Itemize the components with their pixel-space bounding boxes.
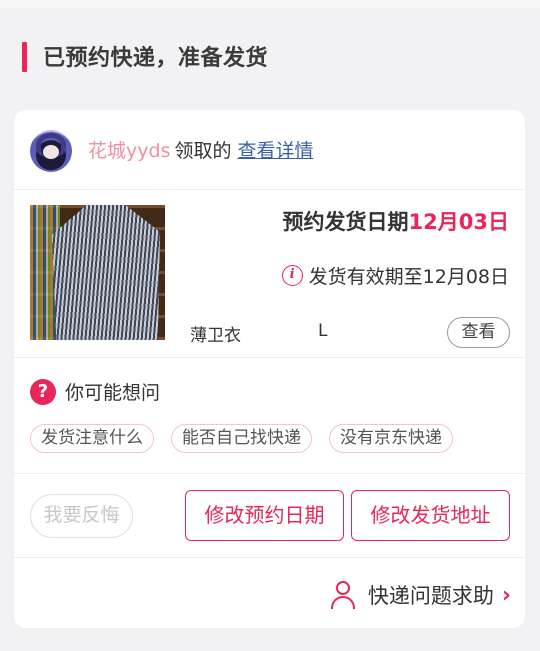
status-header: 已预约快递，准备发货 (0, 8, 540, 100)
avatar[interactable] (30, 130, 72, 172)
view-item-button[interactable]: 查看 (447, 317, 510, 348)
user-row: 花城yyds 领取的 查看详情 (14, 110, 525, 190)
info-icon: i (281, 265, 303, 286)
schedule-date: 12月03日 (408, 210, 509, 234)
actions-row: 我要反悔 修改预约日期 修改发货地址 (14, 474, 525, 558)
faq-chips: 发货注意什么 能否自己找快递 没有京东快递 (30, 424, 453, 453)
chevron-right-icon: › (501, 582, 511, 608)
faq-chip-no-jd-express[interactable]: 没有京东快递 (329, 424, 453, 453)
change-date-button[interactable]: 修改预约日期 (185, 490, 344, 541)
help-label: 快递问题求助 (367, 584, 494, 608)
faq-title-text: 你可能想问 (65, 382, 161, 404)
courier-help-link[interactable]: 快递问题求助 › (330, 580, 511, 610)
item-size: L (318, 321, 328, 341)
validity-line: i 发货有效期至12月08日 (281, 262, 509, 289)
item-row: 预约发货日期12月03日 i 发货有效期至12月08日 薄卫衣 L 查看 (14, 190, 525, 358)
faq-chip-shipping-notes[interactable]: 发货注意什么 (30, 424, 154, 453)
regret-button[interactable]: 我要反悔 (30, 494, 133, 538)
top-strip (0, 0, 540, 8)
change-address-button[interactable]: 修改发货地址 (351, 490, 510, 541)
faq-section: ? 你可能想问 发货注意什么 能否自己找快递 没有京东快递 (14, 358, 525, 474)
help-row: 快递问题求助 › (14, 558, 525, 628)
validity-text: 发货有效期至12月08日 (308, 266, 509, 288)
faq-chip-own-courier[interactable]: 能否自己找快递 (171, 424, 312, 453)
user-name[interactable]: 花城yyds (88, 140, 170, 162)
view-details-link[interactable]: 查看详情 (237, 140, 313, 162)
page-title: 已预约快递，准备发货 (43, 46, 269, 71)
schedule-date-line: 预约发货日期12月03日 (283, 206, 509, 236)
item-thumbnail[interactable] (30, 205, 165, 340)
item-name: 薄卫衣 (190, 326, 241, 346)
faq-title: ? 你可能想问 (30, 378, 160, 405)
user-line: 花城yyds 领取的 查看详情 (88, 136, 313, 163)
accent-bar (22, 42, 27, 72)
person-icon (330, 581, 356, 609)
user-action-text: 领取的 (174, 140, 232, 162)
order-card: 花城yyds 领取的 查看详情 预约发货日期12月03日 i 发货有效期至12月08… (14, 110, 525, 628)
schedule-label: 预约发货日期 (282, 210, 409, 234)
question-icon: ? (30, 378, 56, 405)
